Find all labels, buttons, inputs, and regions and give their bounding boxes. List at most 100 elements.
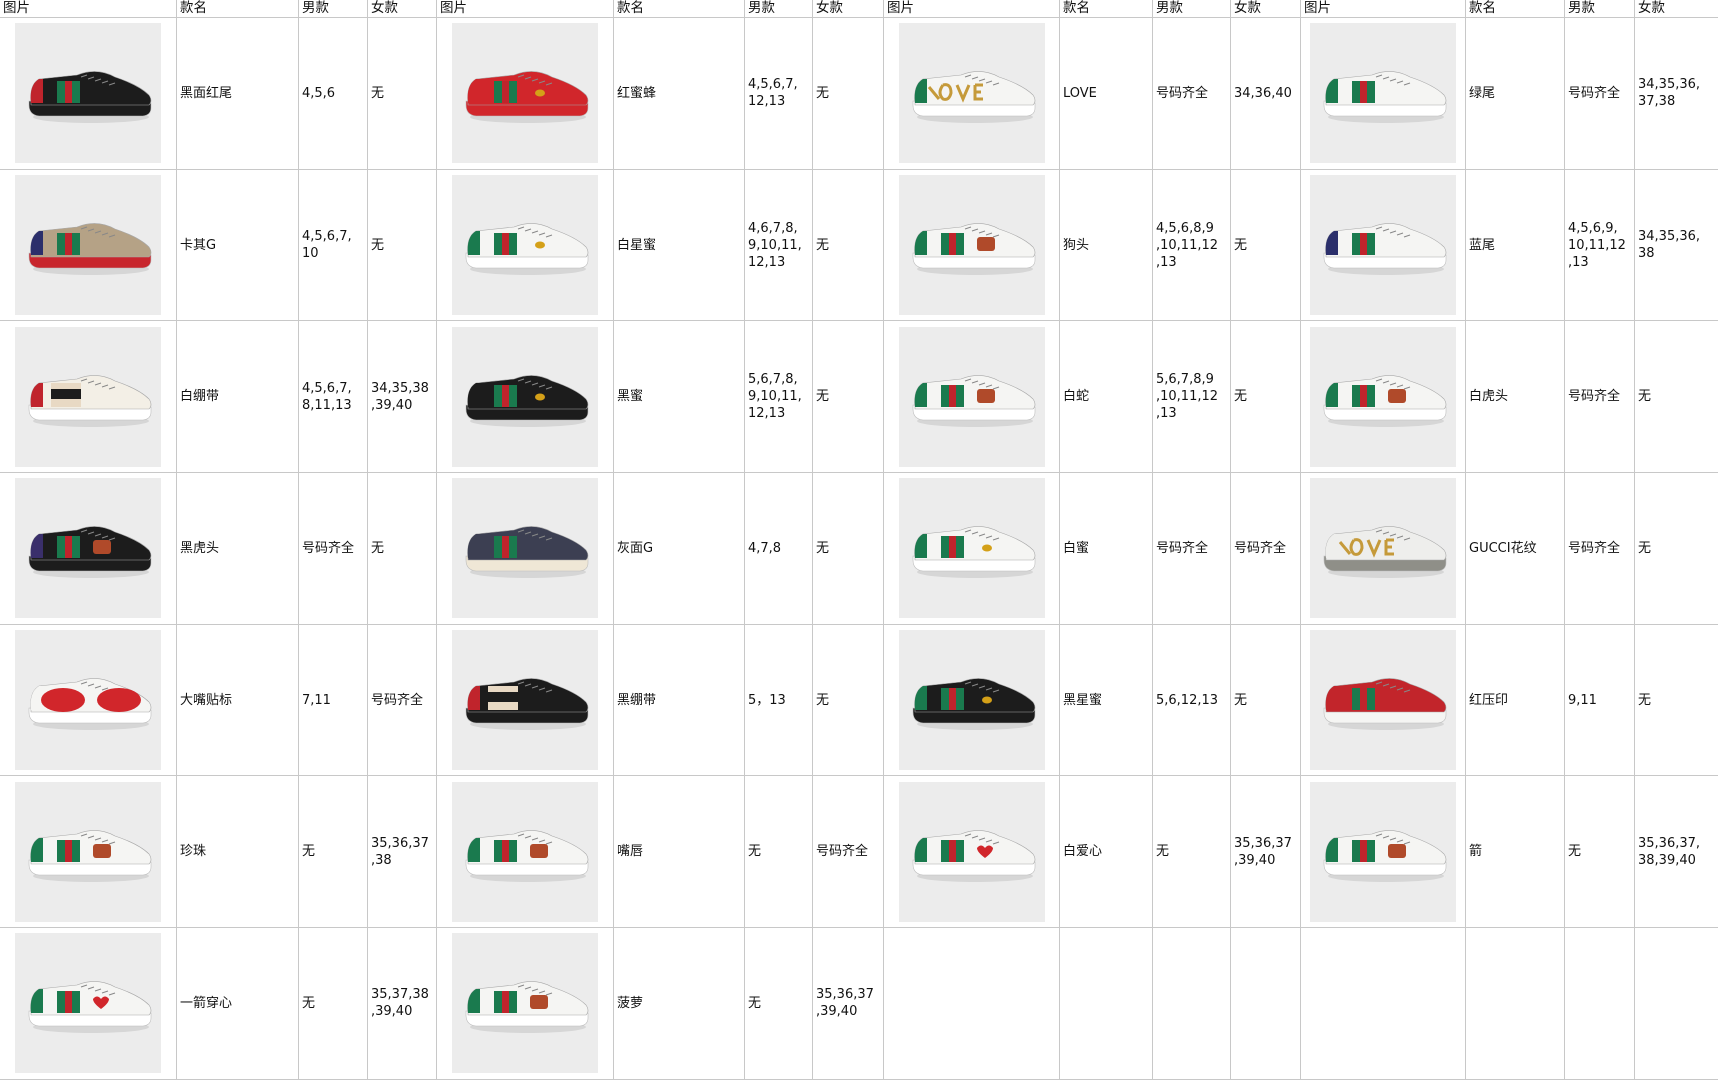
men-sizes: 4,5,6,7, 8,11,13 [299, 321, 368, 474]
product-image-cell [0, 776, 177, 929]
product-photo [1310, 175, 1456, 316]
product-photo [452, 23, 598, 164]
sneaker-illustration [1323, 71, 1447, 124]
women-sizes: 无 [1231, 169, 1301, 322]
product-name: 黑星蜜 [1060, 624, 1153, 777]
men-sizes: 4,5,6,7, 10 [299, 169, 368, 322]
women-sizes: 无 [1231, 624, 1301, 777]
women-sizes: 无 [368, 169, 437, 322]
empty-cell [1231, 928, 1301, 1080]
column-header: 男款 [1565, 0, 1635, 18]
column-header: 图片 [0, 0, 177, 18]
sneaker-illustration [28, 71, 152, 124]
product-image-cell [1301, 169, 1466, 322]
product-image-cell [0, 321, 177, 474]
product-table: 图片 款名 男款 女款 图片 款名 男款 女款 图片 款名 男款 女款 图片 款名 男款 女款 黑面红尾 4,5,… [0, 0, 1718, 1080]
women-sizes: 35,36,37, 38,39,40 [1635, 776, 1718, 929]
men-sizes: 无 [299, 928, 368, 1080]
sneaker-illustration [28, 526, 152, 579]
sneaker-illustration [912, 526, 1035, 579]
men-sizes: 4,5,6,9, 10,11,12 ,13 [1565, 169, 1635, 322]
product-image-cell [437, 624, 614, 777]
men-sizes: 5,6,7,8,9 ,10,11,12 ,13 [1153, 321, 1231, 474]
sneaker-illustration [465, 829, 589, 882]
sneaker-illustration [1323, 223, 1447, 276]
women-sizes: 号码齐全 [813, 776, 884, 929]
product-name: GUCCI花纹 [1466, 473, 1565, 625]
product-name: 黑蜜 [614, 321, 745, 474]
product-photo [452, 630, 598, 771]
sneaker-illustration [912, 678, 1035, 731]
column-header: 款名 [614, 0, 745, 18]
men-sizes: 5，13 [745, 624, 813, 777]
product-name: 黑绷带 [614, 624, 745, 777]
product-image-cell [1301, 321, 1466, 474]
column-header: 女款 [1635, 0, 1718, 18]
men-sizes: 9,11 [1565, 624, 1635, 777]
product-image-cell [0, 18, 177, 170]
product-image-cell [437, 321, 614, 474]
product-image-cell [1301, 473, 1466, 625]
product-photo [1310, 478, 1456, 619]
men-sizes: 号码齐全 [1565, 321, 1635, 474]
sneaker-illustration [912, 374, 1035, 427]
product-image-cell [0, 169, 177, 322]
product-photo [15, 478, 161, 619]
empty-cell [1301, 928, 1466, 1080]
product-image-cell [884, 776, 1060, 929]
product-photo [898, 326, 1045, 467]
women-sizes: 无 [813, 321, 884, 474]
product-name: 蓝尾 [1466, 169, 1565, 322]
sneaker-illustration [465, 981, 589, 1034]
women-sizes: 无 [1635, 625, 1718, 777]
women-sizes: 无 [813, 18, 884, 170]
column-header: 款名 [1060, 0, 1153, 18]
column-header: 男款 [299, 0, 368, 18]
product-name: 狗头 [1060, 169, 1153, 322]
product-photo [452, 175, 598, 316]
product-image-cell [1301, 18, 1466, 170]
sneaker-illustration [1323, 678, 1447, 731]
women-sizes: 34,35,36, 38 [1635, 170, 1718, 322]
product-photo [1310, 326, 1456, 467]
product-name: 嘴唇 [614, 776, 745, 929]
sneaker-illustration [28, 678, 152, 731]
sneaker-illustration [28, 374, 152, 427]
product-name: 白虎头 [1466, 321, 1565, 474]
men-sizes: 4,5,6,8,9 ,10,11,12 ,13 [1153, 169, 1231, 322]
sneaker-illustration [912, 71, 1035, 124]
product-photo [15, 326, 161, 467]
product-image-cell [437, 169, 614, 322]
product-image-cell [1301, 776, 1466, 929]
men-sizes: 4,6,7,8, 9,10,11, 12,13 [745, 169, 813, 322]
product-name: 红压印 [1466, 624, 1565, 777]
men-sizes: 5,6,12,13 [1153, 624, 1231, 777]
product-photo [898, 23, 1045, 164]
women-sizes: 无 [1635, 321, 1718, 474]
column-header: 图片 [1301, 0, 1466, 18]
product-image-cell [884, 169, 1060, 322]
product-name: 灰面G [614, 473, 745, 625]
product-name: 白绷带 [177, 321, 299, 474]
men-sizes: 无 [1565, 776, 1635, 929]
sneaker-illustration [1323, 526, 1447, 579]
product-photo [15, 933, 161, 1074]
product-photo [898, 630, 1045, 771]
women-sizes: 无 [1231, 321, 1301, 474]
women-sizes: 无 [368, 473, 437, 625]
sneaker-illustration [1323, 374, 1447, 427]
product-name: 白星蜜 [614, 169, 745, 322]
product-image-cell [0, 928, 177, 1080]
men-sizes: 无 [1153, 776, 1231, 929]
product-image-cell [437, 473, 614, 625]
product-photo [1310, 781, 1456, 922]
women-sizes: 35,37,38 ,39,40 [368, 928, 437, 1080]
women-sizes: 34,35,38 ,39,40 [368, 321, 437, 474]
product-name: 黑面红尾 [177, 18, 299, 170]
men-sizes: 7,11 [299, 624, 368, 777]
product-image-cell [437, 928, 614, 1080]
women-sizes: 无 [813, 624, 884, 777]
product-image-cell [437, 776, 614, 929]
men-sizes: 无 [745, 776, 813, 929]
men-sizes: 号码齐全 [1565, 473, 1635, 625]
